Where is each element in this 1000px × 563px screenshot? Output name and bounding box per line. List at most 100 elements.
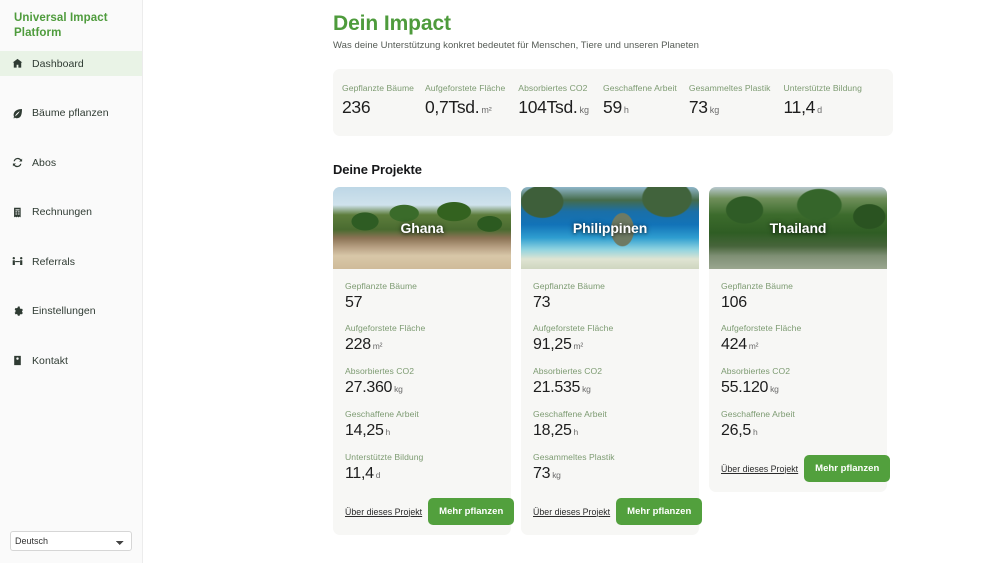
metric-value: 26,5 h <box>721 422 875 441</box>
metric-unit: m² <box>748 341 759 351</box>
stat-unit: m² <box>481 105 492 115</box>
stat-number: 59 <box>603 97 622 117</box>
project-card: Thailand Gepflanzte Bäume 106 Aufgeforstete… <box>709 187 891 492</box>
stat-unit: d <box>817 105 823 115</box>
metric-label: Geschaffene Arbeit <box>721 409 795 419</box>
project-metric: Absorbiertes CO2 27.360 kg <box>345 366 499 398</box>
metric-number: 424 <box>721 336 747 353</box>
metric-unit: kg <box>552 470 561 480</box>
stat-item: Absorbiertes CO2 104Tsd. kg <box>518 83 589 120</box>
gear-icon <box>11 305 23 317</box>
sync-icon <box>11 157 23 169</box>
metric-label: Gepflanzte Bäume <box>345 281 417 291</box>
metric-label: Absorbiertes CO2 <box>533 366 603 376</box>
sidebar: Universal Impact Platform Dashboard Bäume… <box>0 0 143 563</box>
stat-item: Geschaffene Arbeit 59 h <box>603 83 677 120</box>
stat-item: Gesammeltes Plastik 73 kg <box>689 83 771 120</box>
metric-value: 91,25 m² <box>533 336 687 355</box>
plant-more-button[interactable]: Mehr pflanzen <box>428 498 515 525</box>
project-metric: Absorbiertes CO2 21.535 kg <box>533 366 687 398</box>
stat-number: 236 <box>342 97 371 117</box>
metric-number: 55.120 <box>721 379 769 396</box>
metric-value: 14,25 h <box>345 422 499 441</box>
metric-unit: kg <box>582 384 591 394</box>
projects-section-title: Deine Projekte <box>333 162 422 177</box>
about-project-link[interactable]: Über dieses Projekt <box>533 507 610 517</box>
metric-value: 55.120 kg <box>721 379 875 398</box>
about-project-link[interactable]: Über dieses Projekt <box>345 507 422 517</box>
metric-value: 21.535 kg <box>533 379 687 398</box>
sidebar-item-label: Rechnungen <box>32 206 93 218</box>
main-content: Dein Impact Was deine Unterstützung konk… <box>143 0 1000 563</box>
language-select[interactable]: DeutschEnglish <box>10 531 132 551</box>
sidebar-item-einstellungen[interactable]: Einstellungen <box>0 299 142 324</box>
page-subtitle: Was deine Unterstützung konkret bedeutet… <box>333 40 699 51</box>
metric-value: 11,4 d <box>345 465 499 484</box>
language-selector-wrapper: DeutschEnglish <box>0 531 142 563</box>
project-card: Ghana Gepflanzte Bäume 57 Aufgeforstete Flä… <box>333 187 515 535</box>
sidebar-item-dashboard[interactable]: Dashboard <box>0 51 142 76</box>
stat-item: Unterstützte Bildung 11,4 d <box>784 83 862 120</box>
project-metric: Geschaffene Arbeit 18,25 h <box>533 409 687 441</box>
referral-icon <box>11 256 23 268</box>
project-metric: Gepflanzte Bäume 73 <box>533 281 687 312</box>
brand-title: Universal Impact Platform <box>14 12 108 39</box>
metric-number: 91,25 <box>533 336 572 353</box>
sidebar-item-rechnungen[interactable]: Rechnungen <box>0 200 142 225</box>
stat-item: Gepflanzte Bäume 236 <box>342 83 414 120</box>
metric-number: 73 <box>533 294 551 311</box>
sidebar-item-b-ume-pflanzen[interactable]: Bäume pflanzen <box>0 101 142 126</box>
stat-value: 11,4 d <box>784 98 862 120</box>
sidebar-nav: Dashboard Bäume pflanzen Abos Rechnungen Ref… <box>0 51 142 373</box>
project-cards: Ghana Gepflanzte Bäume 57 Aufgeforstete Flä… <box>333 187 1000 535</box>
stat-number: 104Tsd. <box>518 97 578 117</box>
project-image: Thailand <box>709 187 887 269</box>
project-name: Ghana <box>400 220 444 236</box>
metric-number: 106 <box>721 294 747 311</box>
metric-number: 14,25 <box>345 422 384 439</box>
metric-unit: m² <box>573 341 584 351</box>
about-project-link[interactable]: Über dieses Projekt <box>721 464 798 474</box>
project-image: Philippinen <box>521 187 699 269</box>
project-metrics: Gepflanzte Bäume 73 Aufgeforstete Fläche 91… <box>521 269 699 498</box>
stat-label: Gepflanzte Bäume <box>342 83 414 93</box>
sidebar-item-abos[interactable]: Abos <box>0 150 142 175</box>
project-metric: Unterstützte Bildung 11,4 d <box>345 452 499 484</box>
metric-number: 21.535 <box>533 379 581 396</box>
plant-more-button[interactable]: Mehr pflanzen <box>804 455 891 482</box>
stat-number: 11,4 <box>783 97 816 117</box>
stat-label: Aufgeforstete Fläche <box>424 83 506 93</box>
metric-unit: h <box>752 427 758 437</box>
metric-unit: kg <box>770 384 779 394</box>
stat-unit: h <box>623 105 629 115</box>
impact-stats-bar: Gepflanzte Bäume 236 Aufgeforstete Fläche 0… <box>333 69 893 136</box>
metric-value: 57 <box>345 294 499 312</box>
sidebar-item-label: Dashboard <box>32 57 84 70</box>
metric-value: 73 <box>533 294 687 312</box>
sidebar-item-kontakt[interactable]: Kontakt <box>0 348 142 373</box>
sidebar-item-referrals[interactable]: Referrals <box>0 249 142 274</box>
project-metric: Absorbiertes CO2 55.120 kg <box>721 366 875 398</box>
metric-unit: kg <box>394 384 403 394</box>
project-card-actions: Über dieses Projekt Mehr pflanzen <box>709 455 891 482</box>
project-metric: Geschaffene Arbeit 26,5 h <box>721 409 875 441</box>
project-metric: Gepflanzte Bäume 57 <box>345 281 499 312</box>
stat-number: 73 <box>688 97 708 117</box>
stat-value: 104Tsd. kg <box>518 98 589 120</box>
metric-unit: h <box>385 427 391 437</box>
metric-value: 73 kg <box>533 465 687 484</box>
stat-value: 0,7Tsd. m² <box>425 98 505 120</box>
metric-value: 106 <box>721 294 875 312</box>
stat-unit: kg <box>709 105 720 115</box>
sidebar-item-label: Referrals <box>32 255 76 268</box>
project-card-actions: Über dieses Projekt Mehr pflanzen <box>333 498 515 525</box>
sidebar-item-label: Kontakt <box>32 354 68 367</box>
metric-number: 73 <box>533 465 551 482</box>
plant-more-button[interactable]: Mehr pflanzen <box>616 498 703 525</box>
project-name: Philippinen <box>572 220 648 236</box>
metric-label: Aufgeforstete Fläche <box>345 323 426 333</box>
